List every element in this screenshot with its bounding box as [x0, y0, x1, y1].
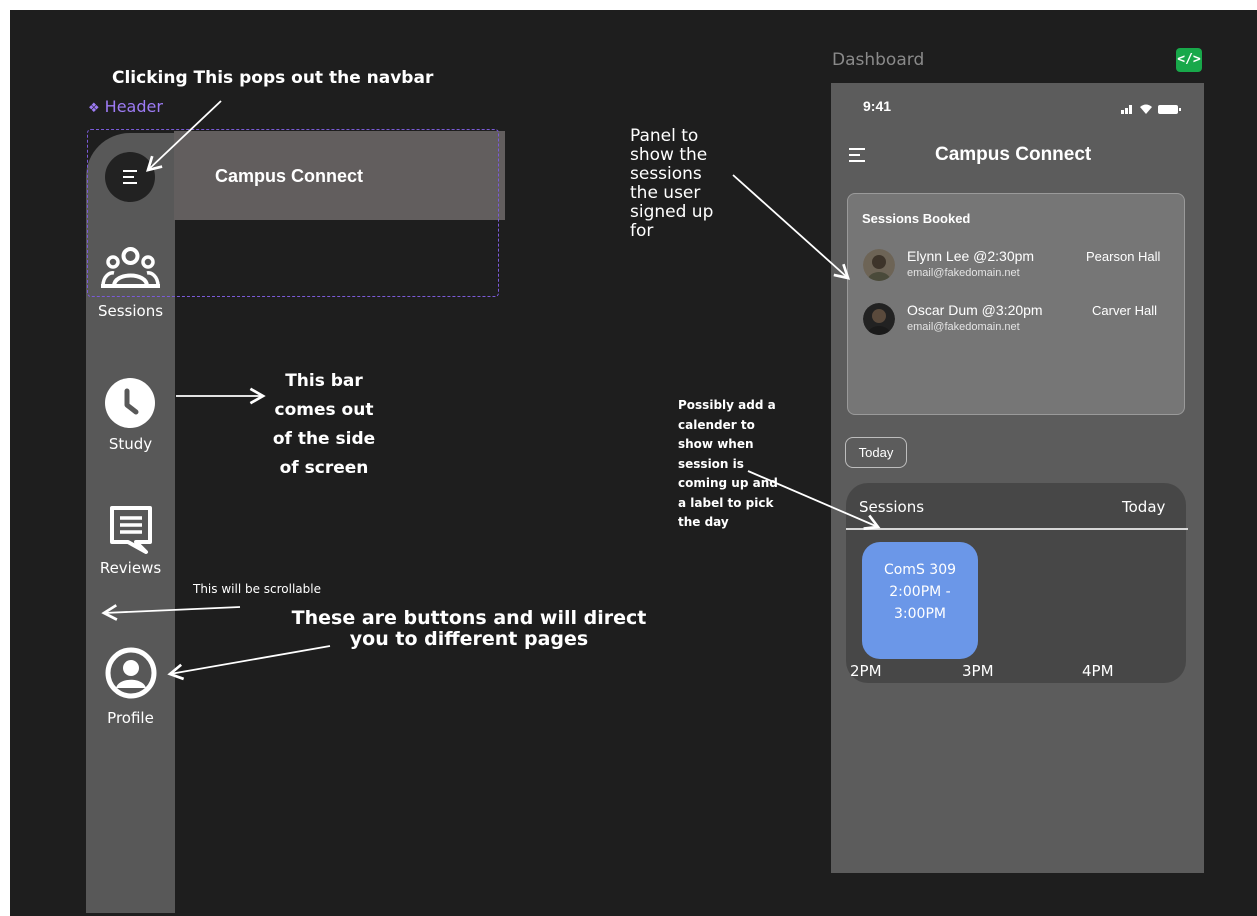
- arrow-to-menu: [146, 100, 222, 172]
- annotation-arrows: [101, 100, 881, 681]
- arrow-buttons: [167, 645, 331, 681]
- arrow-panel: [732, 174, 851, 280]
- arrow-scrollable: [101, 604, 241, 621]
- arrow-calendar: [747, 470, 881, 530]
